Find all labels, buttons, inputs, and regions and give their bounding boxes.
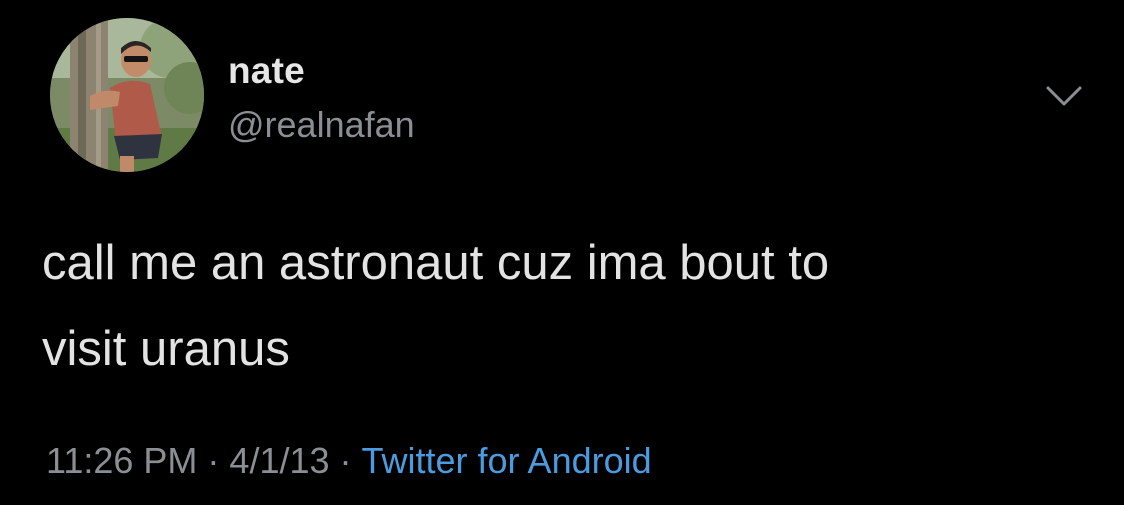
chevron-down-icon — [1046, 86, 1082, 106]
tweet-source-link[interactable]: Twitter for Android — [362, 440, 652, 481]
tweet-menu-button[interactable] — [1044, 82, 1084, 110]
tweet-date[interactable]: 4/1/13 — [229, 440, 329, 481]
avatar[interactable] — [50, 18, 204, 172]
meta-separator: · — [339, 440, 352, 481]
tweet-text: call me an astronaut cuz ima bout to vis… — [42, 220, 1082, 392]
author-name[interactable]: nate — [228, 50, 305, 92]
tweet-time[interactable]: 11:26 PM — [46, 440, 197, 481]
avatar-photo — [50, 18, 204, 172]
meta-separator: · — [207, 440, 220, 481]
tweet-meta: 11:26 PM · 4/1/13 · Twitter for Android — [46, 440, 652, 482]
tweet-card: nate @realnafan call me an astronaut cuz… — [0, 0, 1124, 505]
tweet-text-line: call me an astronaut cuz ima bout to — [42, 236, 830, 290]
author-handle[interactable]: @realnafan — [228, 104, 415, 146]
tweet-text-line: visit uranus — [42, 322, 290, 376]
